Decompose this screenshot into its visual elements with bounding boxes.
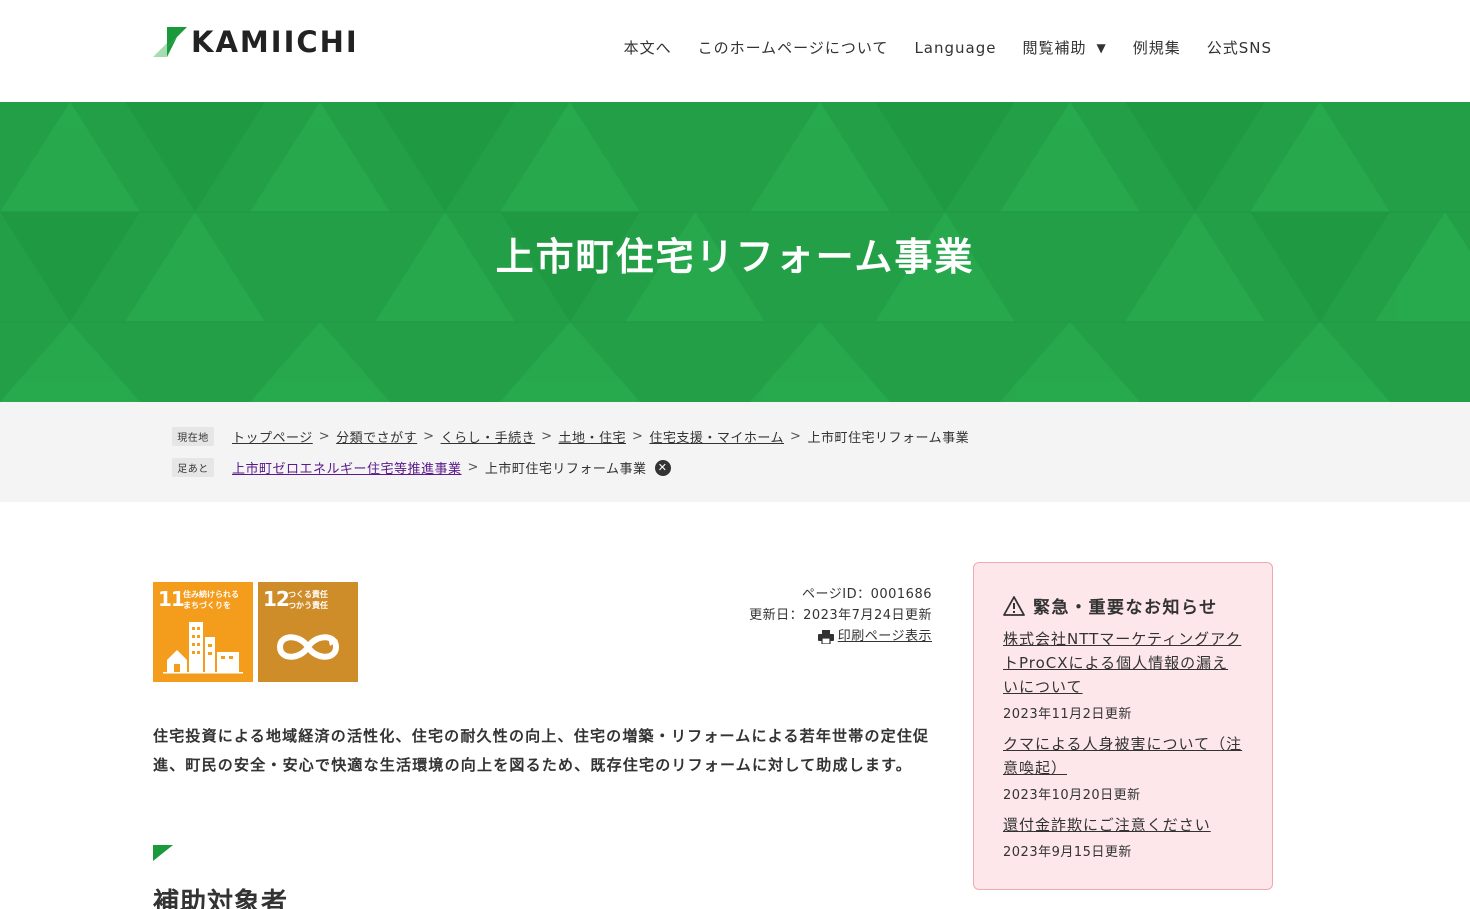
breadcrumb-separator: >	[790, 429, 802, 444]
warning-icon	[1003, 595, 1025, 616]
nav-label: 公式SNS	[1206, 39, 1272, 57]
nav-skip-to-content[interactable]: 本文へ	[624, 37, 672, 58]
notice-date: 2023年11月2日更新	[1003, 707, 1132, 722]
nav-official-sns[interactable]: 公式SNS	[1207, 37, 1272, 58]
logo-mark-icon	[153, 27, 187, 57]
intro-text: 住宅投資による地域経済の活性化、住宅の耐久性の向上、住宅の増築・リフォームによる…	[153, 727, 930, 774]
page-meta: ページID：0001686 更新日：2023年7月24日更新 印刷ページ表示	[749, 584, 932, 647]
breadcrumb-separator: >	[467, 460, 479, 475]
city-icon	[163, 622, 243, 674]
nav-label: 本文へ	[623, 39, 672, 57]
nav-label: 閲覧補助	[1022, 39, 1087, 57]
nav-about-site[interactable]: このホームページについて	[698, 37, 889, 58]
notice-link[interactable]: 還付金詐欺にご注意ください	[1003, 813, 1243, 837]
caret-down-icon: ▼	[1096, 40, 1107, 55]
breadcrumb-link-living[interactable]: くらし・手続き	[441, 427, 536, 446]
history-link[interactable]: 上市町ゼロエネルギー住宅等推進事業	[232, 458, 462, 477]
logo-text: KAMIICHI	[191, 25, 359, 59]
notice-date: 2023年9月15日更新	[1003, 845, 1132, 860]
hero-banner: 上市町住宅リフォーム事業	[0, 102, 1470, 402]
nav-accessibility[interactable]: 閲覧補助 ▼	[1022, 37, 1106, 58]
notice-item: 還付金詐欺にご注意ください 2023年9月15日更新	[1003, 813, 1243, 860]
sdg-11-badge: 11 住み続けられる まちづくりを	[153, 582, 253, 682]
history-current: 上市町住宅リフォーム事業	[484, 462, 647, 477]
site-logo[interactable]: KAMIICHI	[153, 27, 359, 57]
breadcrumb-link-category[interactable]: 分類でさがす	[336, 427, 417, 446]
current-location-tag: 現在地	[172, 427, 214, 446]
breadcrumb-current: 上市町住宅リフォーム事業	[807, 431, 970, 446]
breadcrumb-link-land-housing[interactable]: 土地・住宅	[559, 427, 627, 446]
close-icon[interactable]: ✕	[654, 459, 671, 476]
notice-item: 株式会社NTTマーケティングアクトProCXによる個人情報の漏えいについて 20…	[1003, 627, 1243, 722]
nav-language[interactable]: Language	[914, 37, 996, 58]
print-page[interactable]: 印刷ページ表示	[749, 626, 932, 647]
breadcrumb-separator: >	[318, 429, 331, 444]
infinity-icon	[276, 634, 340, 660]
global-nav: 本文へ このホームページについて Language 閲覧補助 ▼ 例規集 公式SN…	[624, 37, 1272, 58]
notice-link[interactable]: 株式会社NTTマーケティングアクトProCXによる個人情報の漏えいについて	[1003, 627, 1243, 699]
breadcrumb: 現在地 トップページ > 分類でさがす > くらし・手続き > 土地・住宅 > …	[172, 427, 969, 446]
page-id: ページID：0001686	[802, 587, 932, 602]
history-tag: 足あと	[172, 458, 214, 477]
nav-label: 例規集	[1132, 39, 1181, 57]
nav-label: Language	[914, 38, 997, 57]
sdg-12-badge: 12 つくる責任 つかう責任	[258, 582, 358, 682]
notice-title: 緊急・重要なお知らせ	[1003, 593, 1218, 618]
breadcrumb-area: 現在地 トップページ > 分類でさがす > くらし・手続き > 土地・住宅 > …	[0, 402, 1470, 502]
page-title: 上市町住宅リフォーム事業	[495, 235, 975, 279]
notice-item: クマによる人身被害について（注意喚起） 2023年10月20日更新	[1003, 732, 1243, 803]
notice-date: 2023年10月20日更新	[1003, 788, 1141, 803]
breadcrumb-separator: >	[423, 429, 435, 444]
notice-link[interactable]: クマによる人身被害について（注意喚起）	[1003, 732, 1243, 780]
breadcrumb-separator: >	[632, 429, 644, 444]
history-trail: 足あと 上市町ゼロエネルギー住宅等推進事業 > 上市町住宅リフォーム事業 ✕	[172, 458, 671, 477]
updated-date: 更新日：2023年7月24日更新	[749, 608, 932, 623]
printer-icon	[817, 629, 834, 644]
site-header: KAMIICHI 本文へ このホームページについて Language 閲覧補助 ▼…	[0, 0, 1470, 102]
breadcrumb-separator: >	[541, 429, 553, 444]
nav-label: このホームページについて	[697, 39, 889, 57]
heading-mark-icon	[153, 845, 173, 865]
print-link[interactable]: 印刷ページ表示	[838, 629, 932, 644]
emergency-notice-box: 緊急・重要なお知らせ 株式会社NTTマーケティングアクトProCXによる個人情報…	[973, 562, 1273, 890]
notice-title-text: 緊急・重要なお知らせ	[1033, 598, 1218, 618]
breadcrumb-link-top[interactable]: トップページ	[232, 427, 313, 446]
nav-regulations[interactable]: 例規集	[1133, 37, 1181, 58]
breadcrumb-link-housing-support[interactable]: 住宅支援・マイホーム	[649, 427, 784, 446]
section-heading: 補助対象者	[153, 888, 289, 909]
